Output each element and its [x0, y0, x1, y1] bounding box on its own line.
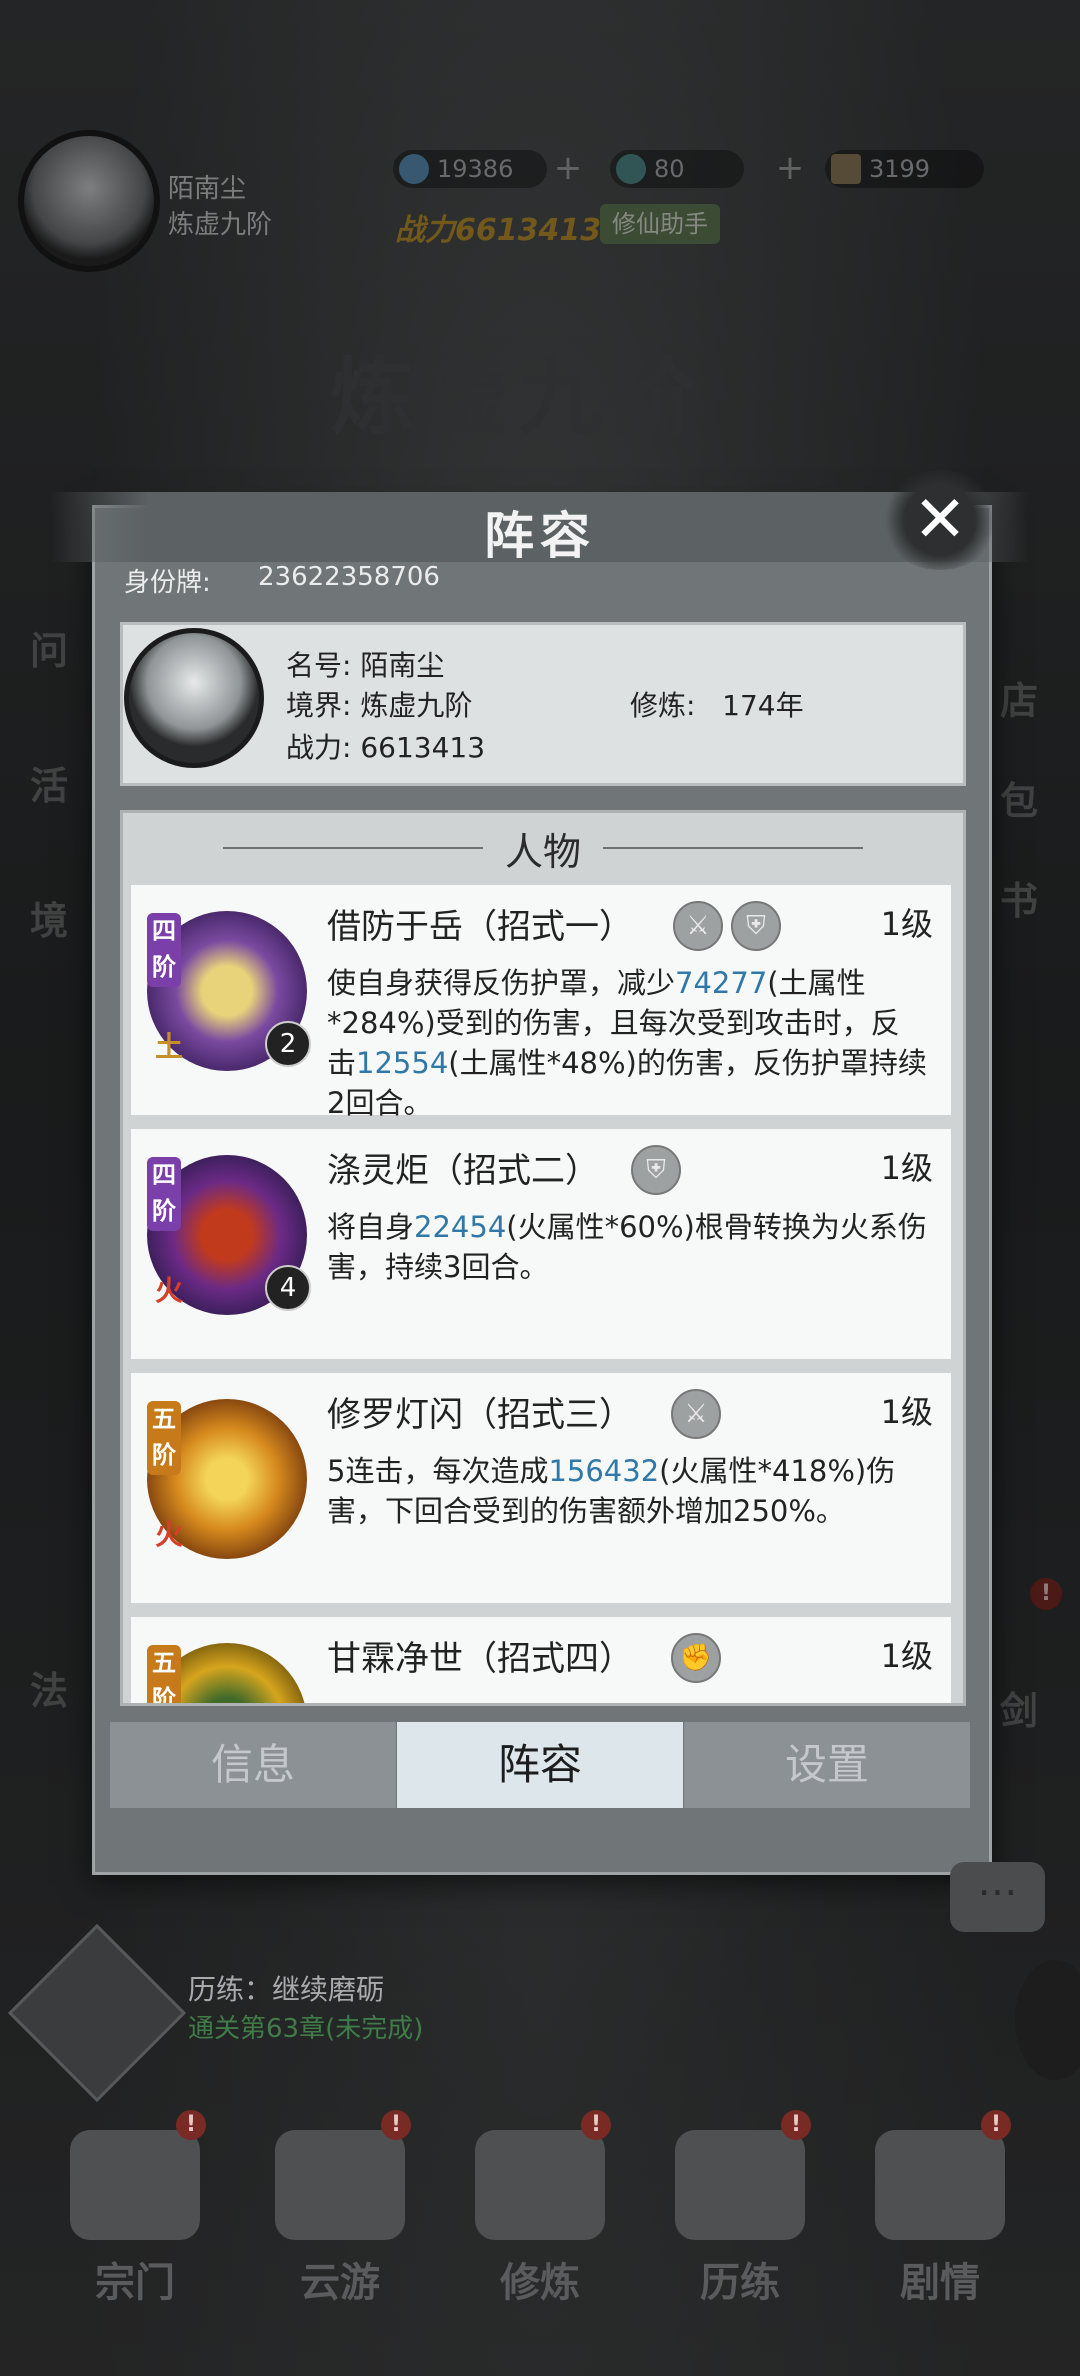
nav-travel[interactable]: ! 云游 — [255, 2110, 425, 2310]
profile-cultivation-label: 修炼: — [630, 689, 696, 722]
skill-description: 将自身22454(火属性*60%)根骨转换为火系伤害，持续3回合。 — [327, 1210, 927, 1284]
nav-story[interactable]: ! 剧情 — [855, 2110, 1025, 2310]
profile-cultivation-value: 174年 — [722, 689, 804, 722]
alert-icon: ! — [781, 2110, 811, 2140]
close-icon[interactable]: ✕ — [880, 470, 1000, 570]
skill-element: 火 — [155, 1274, 184, 1307]
profile-power-label: 战力: — [286, 731, 352, 764]
quest-title[interactable]: 历练：继续磨砺 — [188, 1968, 384, 2008]
nav-training[interactable]: ! 历练 — [655, 2110, 825, 2310]
sword-icon: ⚔ — [673, 901, 723, 951]
nav-cultivate[interactable]: ! 修炼 — [455, 2110, 625, 2310]
section-title: 人物 — [123, 821, 963, 876]
skill-name: 涤灵炬（招式二） — [327, 1151, 599, 1191]
tab-info[interactable]: 信息 — [110, 1722, 396, 1808]
nav-sect-label: 宗门 — [95, 2260, 175, 2306]
skill-card[interactable]: 五阶 火 修罗灯闪（招式三） ⚔ 1级 5连击，每次造成156432(火属性*4… — [131, 1373, 951, 1603]
profile-realm-label: 境界: — [286, 689, 352, 722]
mountain-icon — [275, 2130, 405, 2240]
profile-power-value: 6613413 — [360, 731, 486, 764]
profile-cultivation: 修炼: 174年 — [630, 684, 804, 724]
skill-name: 借防于岳（招式一） — [327, 907, 633, 947]
nav-story-label: 剧情 — [900, 2260, 980, 2306]
fist-icon: ✊ — [671, 1633, 721, 1683]
skill-tier-badge: 四阶 — [147, 1157, 181, 1231]
tab-settings[interactable]: 设置 — [684, 1722, 970, 1808]
skill-card[interactable]: 四阶 火 4 涤灵炬（招式二） ⛨ 1级 将自身22454(火属性*60%)根骨… — [131, 1129, 951, 1359]
skill-element: 火 — [155, 1518, 184, 1551]
skill-count-badge: 2 — [265, 1021, 311, 1067]
nav-training-label: 历练 — [700, 2260, 780, 2306]
profile-name: 名号: 陌南尘 — [286, 644, 444, 684]
skill-tier-badge: 四阶 — [147, 913, 181, 987]
nav-cultivate-label: 修炼 — [500, 2260, 580, 2306]
sword-icon: ⚔ — [671, 1389, 721, 1439]
skill-description: 使自身获得反伤护罩，减少74277(土属性*284%)受到的伤害，且每次受到攻击… — [327, 966, 927, 1120]
alert-icon: ! — [981, 2110, 1011, 2140]
scroll-icon — [875, 2130, 1005, 2240]
skill-list[interactable]: 人物 四阶 土 2 借防于岳（招式一） ⚔ ⛨ 1级 使自身获得反伤护罩，减少7… — [120, 810, 966, 1706]
profile-realm: 境界: 炼虚九阶 — [286, 684, 472, 724]
skill-level: 1级 — [880, 1149, 933, 1187]
alert-icon: ! — [581, 2110, 611, 2140]
skill-level: 1级 — [880, 905, 933, 943]
sect-icon — [70, 2130, 200, 2240]
profile-name-label: 名号: — [286, 649, 352, 682]
profile-name-value: 陌南尘 — [360, 649, 445, 682]
tab-lineup[interactable]: 阵容 — [397, 1722, 683, 1808]
profile-power: 战力: 6613413 — [286, 726, 485, 766]
gourd-icon — [675, 2130, 805, 2240]
nav-sect[interactable]: ! 宗门 — [50, 2110, 220, 2310]
skill-count-badge: 4 — [265, 1265, 311, 1311]
id-value: 23622358706 — [258, 562, 440, 592]
nav-travel-label: 云游 — [300, 2260, 380, 2306]
skill-tier-badge: 五阶 — [147, 1645, 181, 1703]
skill-card[interactable]: 四阶 土 2 借防于岳（招式一） ⚔ ⛨ 1级 使自身获得反伤护罩，减少7427… — [131, 885, 951, 1120]
skill-name: 修罗灯闪（招式三） — [327, 1395, 633, 1435]
profile-realm-value: 炼虚九阶 — [360, 689, 473, 722]
skill-name: 甘霖净世（招式四） — [327, 1639, 633, 1679]
skill-card[interactable]: 五阶 甘霖净世（招式四） ✊ 1级 — [131, 1617, 951, 1703]
armor-icon: ⛨ — [731, 901, 781, 951]
cauldron-icon — [475, 2130, 605, 2240]
quest-progress: 通关第63章(未完成) — [188, 2014, 424, 2044]
skill-tier-badge: 五阶 — [147, 1401, 181, 1475]
skill-element: 土 — [155, 1030, 184, 1063]
dialog-tabs: 信息 阵容 设置 — [110, 1722, 970, 1808]
profile-avatar — [124, 628, 264, 768]
armor-icon: ⛨ — [631, 1145, 681, 1195]
skill-level: 1级 — [880, 1637, 933, 1675]
skill-description: 5连击，每次造成156432(火属性*418%)伤害，下回合受到的伤害额外增加2… — [327, 1454, 896, 1528]
alert-icon: ! — [176, 2110, 206, 2140]
chat-icon[interactable]: ⋯ — [950, 1862, 1045, 1932]
skill-level: 1级 — [880, 1393, 933, 1431]
alert-icon: ! — [381, 2110, 411, 2140]
id-label: 身份牌: — [124, 568, 211, 598]
